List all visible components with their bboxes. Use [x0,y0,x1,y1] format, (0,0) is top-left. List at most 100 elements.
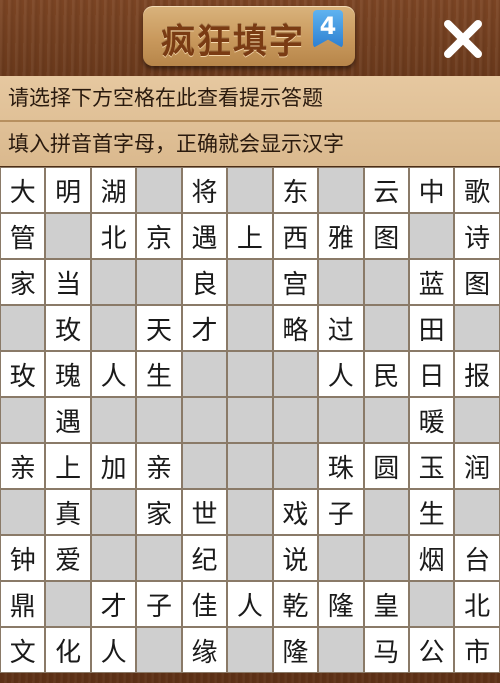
grid-cell[interactable]: 北 [454,581,500,627]
grid-cell[interactable]: 蓝 [408,259,455,305]
grid-cell-blocked [363,489,409,535]
grid-cell[interactable]: 亲 [0,443,46,489]
grid-cell[interactable]: 云 [363,167,409,213]
grid-cell[interactable]: 隆 [272,627,319,673]
grid-cell[interactable]: 家 [0,259,46,305]
grid-cell[interactable]: 人 [318,351,364,397]
grid-cell[interactable]: 遇 [181,213,228,259]
grid-cell[interactable]: 人 [227,581,273,627]
grid-cell[interactable]: 北 [90,213,137,259]
grid-cell[interactable]: 瑰 [45,351,91,397]
grid-cell-blocked [136,397,182,443]
grid-cell[interactable]: 雅 [318,213,364,259]
grid-cell[interactable]: 大 [0,167,46,213]
grid-cell[interactable]: 天 [136,305,182,351]
grid-cell[interactable]: 公 [408,627,455,673]
grid-cell[interactable]: 过 [318,305,364,351]
grid-cell[interactable]: 管 [0,213,46,259]
grid-cell[interactable]: 才 [181,305,228,351]
grid-cell-blocked [0,489,46,535]
grid-cell[interactable]: 台 [454,535,500,581]
grid-cell[interactable]: 良 [181,259,228,305]
grid-cell[interactable]: 图 [363,213,409,259]
grid-cell-blocked [454,397,500,443]
grid-cell[interactable]: 生 [136,351,182,397]
grid-cell-blocked [90,305,137,351]
grid-cell[interactable]: 上 [227,213,273,259]
grid-cell[interactable]: 人 [90,627,137,673]
grid-cell[interactable]: 钟 [0,535,46,581]
grid-cell[interactable]: 加 [90,443,137,489]
grid-cell[interactable]: 润 [454,443,500,489]
grid-cell[interactable]: 将 [181,167,228,213]
grid-cell-blocked [227,535,273,581]
grid-cell[interactable]: 图 [454,259,500,305]
grid-cell-blocked [318,397,364,443]
grid-cell-blocked [272,397,319,443]
grid-cell[interactable]: 真 [45,489,91,535]
grid-cell[interactable]: 佳 [181,581,228,627]
grid-cell[interactable]: 生 [408,489,455,535]
grid-cell[interactable]: 中 [408,167,455,213]
grid-cell-blocked [136,167,182,213]
grid-cell[interactable]: 戏 [272,489,319,535]
grid-cell-blocked [318,167,364,213]
close-button[interactable] [440,16,486,62]
grid-cell[interactable]: 世 [181,489,228,535]
grid-cell-blocked [454,305,500,351]
game-logo: 疯狂填字 4 [143,6,355,66]
grid-cell[interactable]: 烟 [408,535,455,581]
grid-cell[interactable]: 隆 [318,581,364,627]
grid-cell[interactable]: 遇 [45,397,91,443]
grid-cell[interactable]: 上 [45,443,91,489]
grid-cell[interactable]: 人 [90,351,137,397]
grid-cell-blocked [136,535,182,581]
grid-cell[interactable]: 市 [454,627,500,673]
grid-cell[interactable]: 珠 [318,443,364,489]
grid-cell[interactable]: 明 [45,167,91,213]
grid-cell[interactable]: 田 [408,305,455,351]
grid-cell[interactable]: 略 [272,305,319,351]
grid-cell[interactable]: 文 [0,627,46,673]
grid-cell[interactable]: 子 [318,489,364,535]
grid-cell[interactable]: 家 [136,489,182,535]
grid-cell[interactable]: 玫 [45,305,91,351]
top-bar: 疯狂填字 4 [0,0,500,76]
grid-cell[interactable]: 日 [408,351,455,397]
grid-cell[interactable]: 乾 [272,581,319,627]
grid-cell[interactable]: 说 [272,535,319,581]
grid-cell[interactable]: 当 [45,259,91,305]
grid-cell[interactable]: 湖 [90,167,137,213]
grid-cell-blocked [90,489,137,535]
grid-cell[interactable]: 民 [363,351,409,397]
grid-row: 亲上加亲 珠圆玉润 [0,443,500,489]
grid-cell-blocked [90,535,137,581]
grid-cell[interactable]: 玫 [0,351,46,397]
grid-cell[interactable]: 报 [454,351,500,397]
grid-cell[interactable]: 缘 [181,627,228,673]
grid-cell[interactable]: 才 [90,581,137,627]
grid-cell[interactable]: 纪 [181,535,228,581]
grid-cell[interactable]: 圆 [363,443,409,489]
grid-cell[interactable]: 爱 [45,535,91,581]
grid-cell[interactable]: 子 [136,581,182,627]
grid-cell[interactable]: 宫 [272,259,319,305]
grid-cell[interactable]: 化 [45,627,91,673]
grid-cell-blocked [272,351,319,397]
grid-cell[interactable]: 京 [136,213,182,259]
grid-cell-blocked [136,259,182,305]
grid-cell-blocked [90,259,137,305]
grid-cell[interactable]: 鼎 [0,581,46,627]
hint-text-primary: 请选择下方空格在此查看提示答题 [8,86,323,110]
grid-cell[interactable]: 亲 [136,443,182,489]
grid-cell-blocked [227,167,273,213]
grid-cell[interactable]: 西 [272,213,319,259]
grid-cell[interactable]: 暖 [408,397,455,443]
grid-cell-blocked [227,397,273,443]
grid-cell[interactable]: 歌 [454,167,500,213]
grid-cell[interactable]: 玉 [408,443,455,489]
grid-cell[interactable]: 东 [272,167,319,213]
grid-cell[interactable]: 诗 [454,213,500,259]
grid-cell[interactable]: 皇 [363,581,409,627]
grid-cell[interactable]: 马 [363,627,409,673]
